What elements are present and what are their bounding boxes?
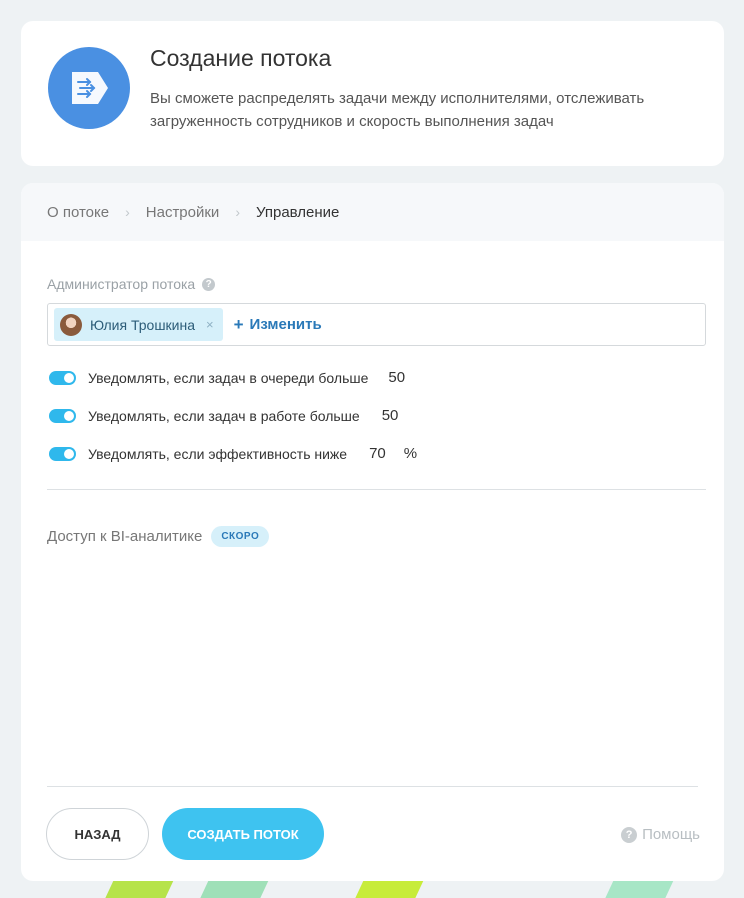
notify-queue-label: Уведомлять, если задач в очереди больше	[88, 369, 369, 386]
admin-field-label: Администратор потока ?	[47, 276, 216, 292]
notify-work-row: Уведомлять, если задач в работе больше 5…	[49, 407, 398, 424]
percent-unit: %	[403, 445, 418, 462]
bi-access-label: Доступ к BI-аналитике	[47, 528, 203, 545]
avatar	[60, 313, 82, 336]
notify-efficiency-label: Уведомлять, если эффективность ниже	[88, 445, 348, 462]
notify-work-value[interactable]: 50	[382, 407, 399, 424]
help-link[interactable]: ? Помощь	[621, 826, 700, 843]
notify-work-toggle[interactable]	[49, 408, 76, 423]
notify-queue-value[interactable]: 50	[388, 369, 405, 386]
notify-queue-toggle[interactable]	[49, 370, 76, 385]
help-icon: ?	[621, 826, 638, 843]
step-management[interactable]: Управление	[256, 204, 339, 221]
footer-divider	[47, 786, 698, 787]
help-icon[interactable]: ?	[202, 277, 216, 291]
user-chip: Юлия Трошкина ×	[54, 308, 223, 341]
section-divider	[47, 489, 706, 490]
create-flow-button[interactable]: СОЗДАТЬ ПОТОК	[162, 808, 324, 860]
step-settings[interactable]: Настройки	[146, 204, 220, 221]
flow-icon	[48, 47, 130, 129]
change-label: Изменить	[249, 316, 322, 333]
user-name: Юлия Трошкина	[90, 316, 196, 333]
notify-work-label: Уведомлять, если задач в работе больше	[88, 407, 360, 424]
change-admin-button[interactable]: + Изменить	[234, 315, 322, 335]
admin-label-text: Администратор потока	[47, 276, 196, 292]
header-card: Создание потока Вы сможете распределять …	[21, 21, 724, 166]
chevron-right-icon: ›	[235, 204, 240, 220]
back-button[interactable]: НАЗАД	[46, 808, 149, 860]
notify-efficiency-row: Уведомлять, если эффективность ниже 70 %	[49, 445, 417, 462]
close-icon[interactable]: ×	[206, 317, 214, 332]
chevron-right-icon: ›	[125, 204, 130, 220]
plus-icon: +	[233, 314, 244, 334]
steps-breadcrumb: О потоке › Настройки › Управление	[21, 183, 724, 241]
soon-badge: СКОРО	[211, 526, 270, 547]
bi-access-section: Доступ к BI-аналитике СКОРО	[47, 526, 270, 547]
page-title: Создание потока	[150, 45, 332, 71]
notify-efficiency-toggle[interactable]	[49, 446, 76, 461]
notify-efficiency-value[interactable]: 70	[369, 445, 386, 462]
page-description: Вы сможете распределять задачи между исп…	[150, 90, 645, 130]
main-card: О потоке › Настройки › Управление Админи…	[21, 183, 724, 881]
help-label: Помощь	[642, 826, 700, 843]
admin-field[interactable]: Юлия Трошкина × + Изменить	[47, 303, 706, 346]
flow-glyph-icon	[72, 72, 108, 104]
step-about[interactable]: О потоке	[47, 204, 109, 221]
notify-queue-row: Уведомлять, если задач в очереди больше …	[49, 369, 405, 386]
